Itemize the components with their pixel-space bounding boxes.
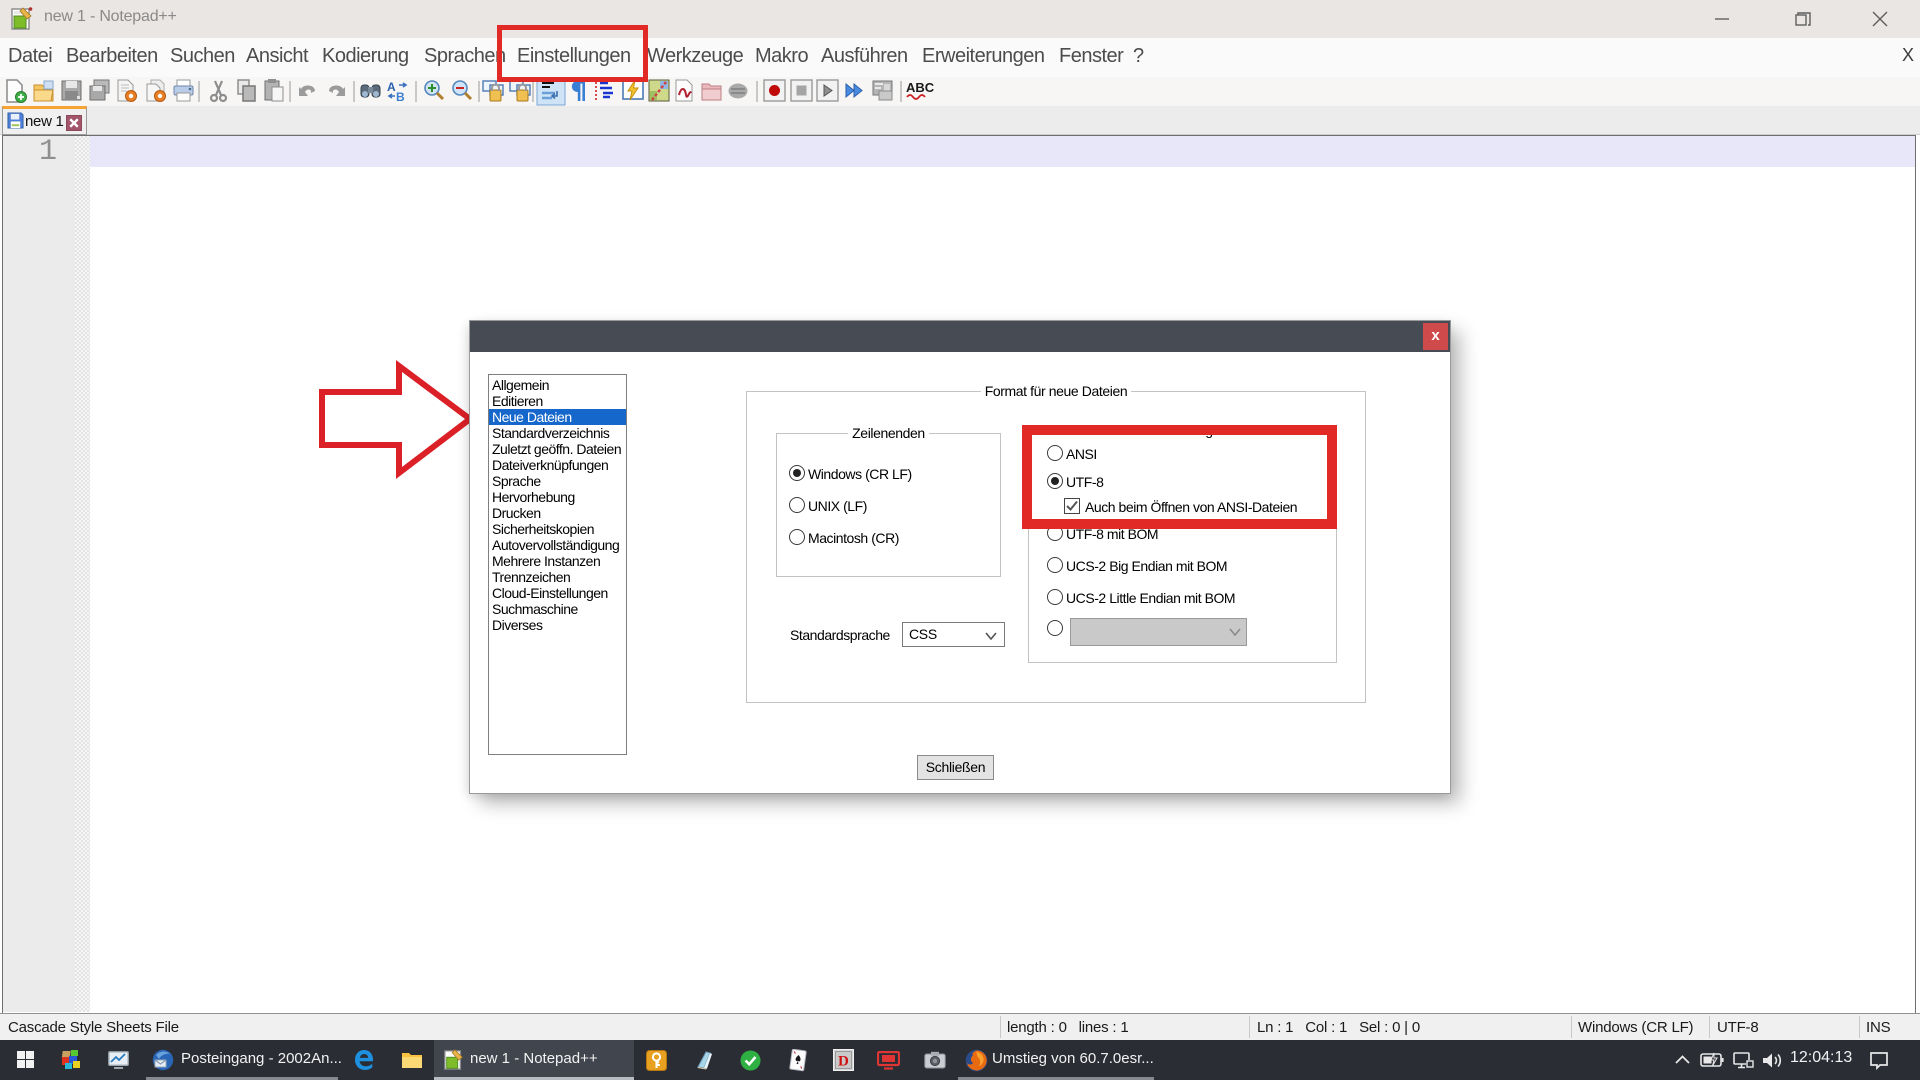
svg-text:A: A xyxy=(387,80,396,94)
svg-text:B: B xyxy=(396,90,405,104)
svg-text:D: D xyxy=(838,1054,849,1070)
svg-text:ABC: ABC xyxy=(906,80,935,95)
